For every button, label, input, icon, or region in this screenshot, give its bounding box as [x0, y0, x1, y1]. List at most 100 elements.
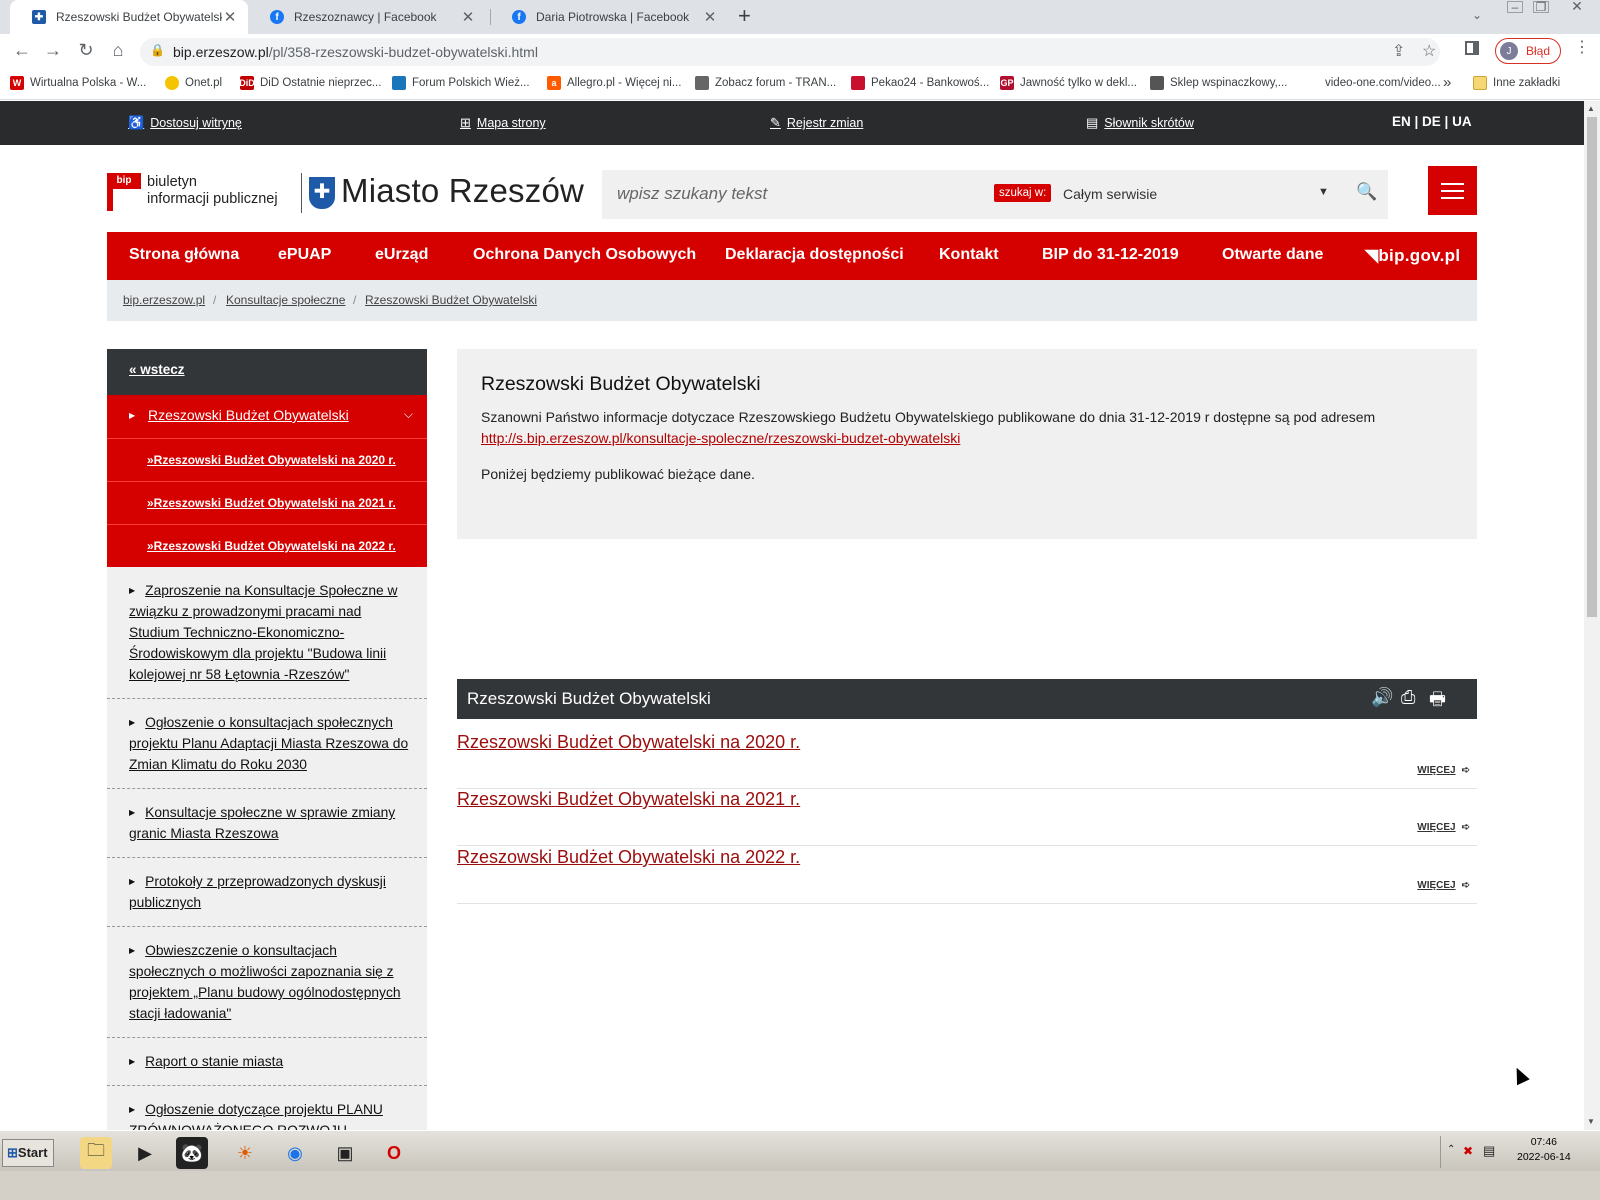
glossary-link[interactable]: ▤ Słownik skrótów [1086, 115, 1194, 131]
close-window-icon[interactable]: ✕ [1569, 0, 1585, 13]
window-app-icon[interactable]: ▣ [329, 1137, 361, 1169]
sidebar-item[interactable]: ▶ Protokoły z przeprowadzonych dyskusji p… [107, 858, 427, 927]
city-logo[interactable]: Miasto Rzeszów [341, 172, 584, 210]
bookmark-item[interactable]: a Allegro.pl - Więcej ni... [547, 76, 681, 90]
bookmark-item[interactable]: W Wirtualna Polska - W... [10, 76, 146, 90]
bip-flag-icon: ◥ [1365, 246, 1379, 265]
file-explorer-icon[interactable]: 🗀 [80, 1137, 112, 1169]
bookmark-item[interactable]: GP Jawność tylko w dekl... [1000, 76, 1137, 90]
sidebar-subitem-2021[interactable]: »Rzeszowski Budżet Obywatelski na 2021 r… [107, 481, 427, 524]
sidebar-subitem-2022[interactable]: »Rzeszowski Budżet Obywatelski na 2022 r… [107, 524, 427, 567]
new-tab-icon[interactable]: + [738, 5, 751, 27]
sidebar-item[interactable]: ▶ Obwieszczenie o konsultacjach społeczny… [107, 927, 427, 1038]
media-player-icon[interactable]: ▶ [129, 1137, 161, 1169]
bookmark-item[interactable]: Forum Polskich Wież... [392, 76, 530, 90]
speaker-icon[interactable]: ▤ [1483, 1143, 1495, 1159]
clock[interactable]: 07:46 2022-06-14 [1517, 1135, 1571, 1165]
forward-arrow-icon[interactable]: → [41, 40, 65, 61]
more-link[interactable]: WIĘCEJ ➪ [1417, 880, 1470, 891]
chevron-down-icon[interactable]: ▼ [1318, 186, 1329, 198]
sidebar-subitem-2020[interactable]: »Rzeszowski Budżet Obywatelski na 2020 r… [107, 438, 427, 481]
nav-data-protection[interactable]: Ochrona Danych Osobowych [473, 246, 696, 264]
sun-app-icon[interactable]: ☀ [229, 1137, 261, 1169]
nav-bip-archive[interactable]: BIP do 31-12-2019 [1042, 246, 1179, 264]
archive-link[interactable]: http://s.bip.erzeszow.pl/konsultacje-spo… [481, 430, 960, 446]
chevron-down-icon[interactable]: ⌵ [404, 407, 413, 422]
search-icon[interactable]: 🔍 [1356, 182, 1377, 202]
bookmark-item[interactable]: Pekao24 - Bankowoś... [851, 76, 989, 90]
other-bookmarks[interactable]: Inne zakładki [1473, 76, 1560, 90]
bookmark-favicon-icon: GP [1000, 76, 1014, 90]
search-scope-select[interactable]: Całym serwisie [1063, 186, 1157, 202]
browser-tab[interactable]: f Daria Piotrowska | Facebook ✕ [490, 0, 728, 34]
bookmark-item[interactable]: video-one.com/video... [1305, 76, 1441, 90]
more-link[interactable]: WIĘCEJ ➪ [1417, 765, 1470, 776]
intro-box: Rzeszowski Budżet Obywatelski Szanowni P… [457, 349, 1477, 539]
sidebar-item[interactable]: ▶Ogłoszenie dotyczące projektu PLANU ZRÓ… [107, 1086, 427, 1130]
tray-expand-icon[interactable]: ⌃ [1447, 1144, 1455, 1155]
minimize-icon[interactable]: – [1507, 1, 1523, 13]
breadcrumb-consultations[interactable]: Konsultacje społeczne [226, 293, 345, 307]
share-icon[interactable]: ⇪ [1392, 41, 1405, 61]
print-icon[interactable]: 🖶 [1429, 687, 1446, 717]
breadcrumb-home[interactable]: bip.erzeszow.pl [123, 293, 205, 307]
sidebar-item[interactable]: ▶ Ogłoszenie o konsultacjach społecznych … [107, 699, 427, 789]
back-arrow-icon[interactable]: ← [10, 40, 34, 61]
profile-button[interactable]: J Błąd [1495, 38, 1562, 64]
folder-icon [1473, 76, 1487, 90]
nav-bip-gov[interactable]: ◥bip.gov.pl [1365, 246, 1460, 266]
nav-eurzad[interactable]: eUrząd [375, 246, 428, 264]
chrome-icon[interactable]: ◉ [279, 1137, 311, 1169]
bookmark-item[interactable]: Sklep wspinaczkowy,... [1150, 76, 1287, 90]
entry-link[interactable]: Rzeszowski Budżet Obywatelski na 2022 r. [457, 847, 800, 868]
entry-link[interactable]: Rzeszowski Budżet Obywatelski na 2021 r. [457, 789, 800, 810]
scrollbar-thumb[interactable] [1587, 117, 1597, 617]
language-switcher[interactable]: EN | DE | UA [1392, 114, 1472, 129]
sidebar-item-rbo[interactable]: ▶ Rzeszowski Budżet Obywatelski ⌵ [107, 395, 427, 438]
start-button[interactable]: ⊞Start [2, 1139, 54, 1167]
browser-tab[interactable]: ✚ Rzeszowski Budżet Obywatelski - Bi ✕ [10, 0, 248, 34]
opera-icon[interactable]: O [378, 1137, 410, 1169]
sidebar-item[interactable]: ▶ Raport o stanie miasta [107, 1038, 427, 1086]
panda-icon[interactable]: 🐼 [176, 1137, 208, 1169]
bookmark-item[interactable]: Onet.pl [165, 76, 222, 90]
sidebar-item[interactable]: ▶ Zaproszenie na Konsultacje Społeczne w … [107, 567, 427, 699]
search-input[interactable]: wpisz szukany tekst [617, 184, 767, 204]
pdf-icon[interactable]: ⎙ [1401, 687, 1415, 708]
lock-icon[interactable]: 🔒 [150, 43, 165, 57]
nav-home[interactable]: Strona główna [129, 246, 239, 264]
breadcrumb-current[interactable]: Rzeszowski Budżet Obywatelski [365, 293, 537, 307]
mouse-cursor-icon [1510, 1064, 1530, 1086]
bip-logo[interactable]: bip [107, 173, 141, 211]
back-link[interactable]: « wstecz [107, 349, 427, 395]
home-icon[interactable]: ⌂ [106, 40, 130, 61]
speaker-icon[interactable]: 🔊 [1371, 687, 1393, 708]
bookmark-star-icon[interactable]: ☆ [1422, 41, 1436, 61]
nav-epuap[interactable]: ePUAP [278, 246, 331, 264]
restore-icon[interactable]: ❐ [1533, 1, 1549, 13]
bookmark-item[interactable]: Zobacz forum - TRAN... [695, 76, 836, 90]
reload-icon[interactable]: ↻ [74, 40, 98, 61]
close-tab-icon[interactable]: ✕ [702, 8, 718, 26]
close-tab-icon[interactable]: ✕ [222, 8, 238, 26]
network-icon[interactable]: ✖ [1463, 1144, 1473, 1158]
browser-menu-icon[interactable]: ⋮ [1574, 40, 1590, 56]
sidebar-item[interactable]: ▶ Konsultacje społeczne w sprawie zmiany … [107, 789, 427, 858]
more-bookmarks-icon[interactable]: » [1443, 74, 1451, 91]
side-panel-icon[interactable] [1465, 41, 1479, 55]
more-link[interactable]: WIĘCEJ ➪ [1417, 822, 1470, 833]
entry-link[interactable]: Rzeszowski Budżet Obywatelski na 2020 r. [457, 732, 800, 753]
browser-tab[interactable]: f Rzeszoznawcy | Facebook ✕ [248, 0, 486, 34]
nav-open-data[interactable]: Otwarte dane [1222, 246, 1323, 264]
change-log-link[interactable]: ✎ Rejestr zmian [770, 115, 863, 131]
customize-site-link[interactable]: ♿ Dostosuj witrynę [128, 115, 242, 131]
bookmark-item[interactable]: DiD DiD Ostatnie nieprzec... [239, 76, 381, 90]
hamburger-menu-button[interactable] [1428, 166, 1477, 215]
nav-accessibility-declaration[interactable]: Deklaracja dostępności [725, 246, 904, 264]
sitemap-link[interactable]: ⊞ Mapa strony [460, 115, 546, 131]
page-scrollbar[interactable]: ▲ ▼ [1584, 101, 1600, 1130]
address-bar[interactable]: 🔒 bip.erzeszow.pl/pl/358-rzeszowski-budz… [140, 38, 1440, 66]
close-tab-icon[interactable]: ✕ [460, 8, 476, 26]
nav-contact[interactable]: Kontakt [939, 246, 999, 264]
tab-search-icon[interactable]: ⌄ [1472, 8, 1482, 22]
